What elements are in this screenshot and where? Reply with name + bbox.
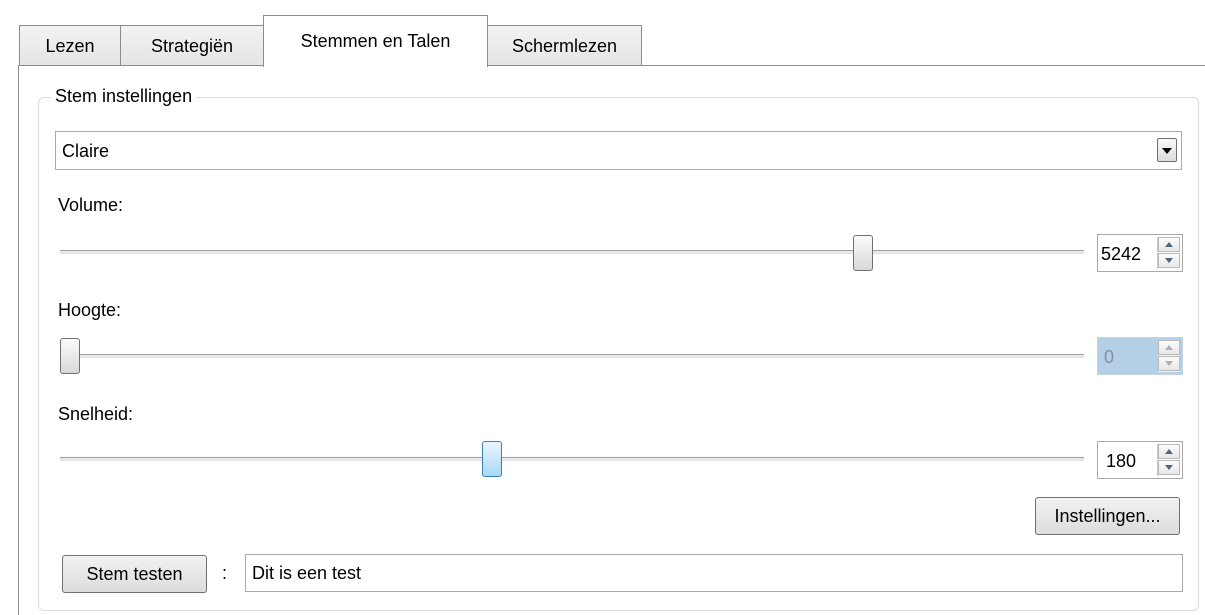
spin-down-icon[interactable]	[1158, 253, 1180, 268]
tab-stemmen-en-talen[interactable]: Stemmen en Talen	[263, 15, 488, 67]
pitch-spinbox[interactable]: 0	[1097, 337, 1183, 375]
volume-value: 5242	[1101, 244, 1142, 264]
group-title: Stem instellingen	[51, 86, 197, 107]
spin-up-icon[interactable]	[1158, 340, 1180, 355]
speed-slider-thumb[interactable]	[482, 441, 502, 477]
spin-down-icon[interactable]	[1158, 356, 1180, 371]
voice-select[interactable]: Claire	[55, 131, 1182, 170]
tab-label: Lezen	[45, 35, 95, 56]
speed-value: 180	[1106, 451, 1137, 471]
spin-up-icon[interactable]	[1158, 237, 1180, 252]
volume-spinbox[interactable]: 5242	[1097, 234, 1183, 272]
tab-schermlezen[interactable]: Schermlezen	[487, 25, 642, 66]
dropdown-button[interactable]	[1157, 138, 1177, 162]
volume-label: Volume:	[58, 195, 124, 215]
voice-settings-button[interactable]: Instellingen...	[1035, 497, 1180, 535]
test-separator: :	[222, 563, 228, 583]
test-voice-button[interactable]: Stem testen	[62, 555, 207, 593]
tab-lezen[interactable]: Lezen	[19, 25, 121, 66]
chevron-down-icon	[1162, 148, 1172, 154]
spin-down-icon[interactable]	[1158, 460, 1180, 475]
volume-slider-track[interactable]	[60, 250, 1084, 254]
speed-spinbox[interactable]: 180	[1097, 441, 1183, 479]
pitch-slider-track[interactable]	[60, 354, 1084, 358]
speed-label: Snelheid:	[58, 404, 134, 424]
voice-settings-button-label: Instellingen...	[1054, 505, 1161, 526]
test-text-value: Dit is een test	[252, 563, 362, 583]
pitch-slider-thumb[interactable]	[60, 338, 80, 374]
test-text-input[interactable]: Dit is een test	[245, 554, 1183, 592]
spin-up-icon[interactable]	[1158, 444, 1180, 459]
pitch-label: Hoogte:	[58, 300, 122, 320]
tab-label: Stemmen en Talen	[300, 31, 451, 51]
test-voice-button-label: Stem testen	[86, 563, 183, 584]
volume-slider-thumb[interactable]	[853, 235, 873, 271]
voice-select-value: Claire	[62, 141, 110, 161]
speed-slider-track[interactable]	[60, 457, 1084, 461]
tab-strategien[interactable]: Strategiën	[120, 25, 264, 66]
tab-label: Schermlezen	[511, 35, 618, 56]
pitch-value: 0	[1104, 347, 1115, 367]
tab-label: Strategiën	[150, 35, 234, 56]
